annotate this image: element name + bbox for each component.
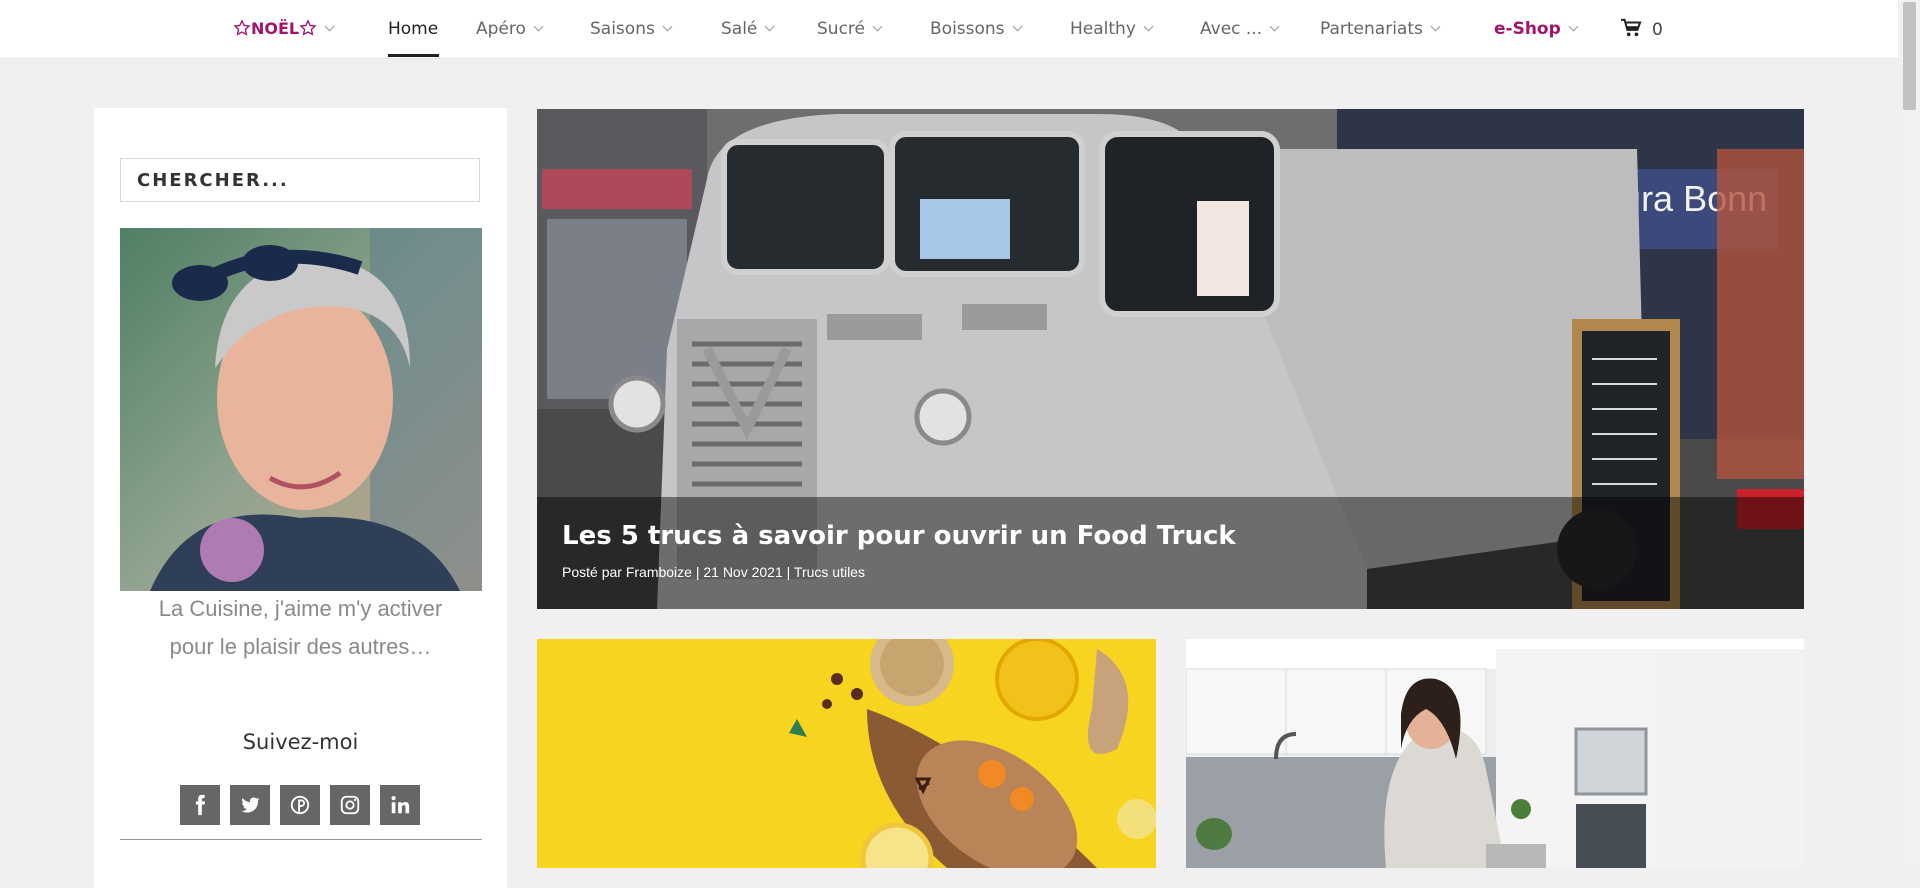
bio-line-2: pour le plaisir des autres… [169, 634, 432, 659]
top-navigation: NOËL Home Apéro Saisons Salé Sucré Boiss… [0, 0, 1898, 59]
nav-item-label: Apéro [476, 19, 526, 39]
nav-item-label: Healthy [1070, 19, 1136, 39]
sidebar-divider [120, 839, 482, 840]
nav-item-label: Home [388, 19, 439, 39]
nav-item-label: Salé [721, 19, 758, 39]
nav-item-partenariats[interactable]: Partenariats [1320, 18, 1441, 40]
cart-link[interactable]: 0 [1620, 18, 1663, 40]
pinterest-icon [290, 795, 310, 815]
facebook-icon [195, 794, 206, 816]
nav-item-sucre[interactable]: Sucré [817, 18, 883, 40]
star-icon [299, 19, 317, 36]
twitter-button[interactable] [230, 785, 270, 825]
linkedin-button[interactable] [380, 785, 420, 825]
linkedin-icon [391, 796, 410, 814]
star-icon [233, 19, 251, 36]
chevron-down-icon [1143, 21, 1154, 32]
nav-item-noel[interactable]: NOËL [233, 18, 335, 40]
nav-item-label: e-Shop [1494, 19, 1561, 39]
spices-image [537, 639, 1156, 868]
post-card-kitchen[interactable] [1186, 639, 1804, 868]
nav-item-apero[interactable]: Apéro [476, 18, 544, 40]
chevron-down-icon [1269, 21, 1280, 32]
chevron-down-icon [1012, 21, 1022, 32]
nav-item-label: Partenariats [1320, 19, 1423, 39]
cart-icon [1621, 18, 1642, 37]
chevron-down-icon [662, 21, 673, 32]
chevron-down-icon [324, 21, 335, 32]
nav-item-label: Sucré [817, 19, 865, 39]
facebook-button[interactable] [180, 785, 220, 825]
nav-item-boissons[interactable]: Boissons [930, 18, 1022, 40]
follow-title: Suivez-moi [242, 730, 359, 754]
post-title[interactable]: Les 5 trucs à savoir pour ouvrir un Food… [562, 521, 1236, 551]
instagram-button[interactable] [330, 785, 370, 825]
post-meta: Posté par Framboize | 21 Nov 2021 | Truc… [562, 564, 865, 580]
hero-caption-overlay [537, 497, 1804, 609]
nav-item-avec[interactable]: Avec ... [1200, 18, 1280, 40]
scrollbar-thumb[interactable] [1903, 2, 1916, 110]
nav-item-home[interactable]: Home [388, 18, 438, 40]
kitchen-image [1186, 639, 1804, 868]
nav-item-sale[interactable]: Salé [721, 18, 775, 40]
search-input[interactable] [120, 158, 480, 202]
chevron-down-icon [1430, 21, 1441, 32]
page-scrollbar[interactable] [1898, 0, 1920, 868]
author-portrait [120, 228, 482, 591]
bio-line-1: La Cuisine, j'aime m'y activer [158, 596, 443, 621]
chevron-down-icon [533, 21, 544, 32]
twitter-icon [241, 797, 260, 813]
instagram-icon [340, 795, 360, 815]
site-logo[interactable] [800, 0, 1160, 4]
nav-item-healthy[interactable]: Healthy [1070, 18, 1154, 40]
active-nav-indicator [388, 54, 439, 57]
cart-count: 0 [1652, 20, 1663, 40]
nav-item-saisons[interactable]: Saisons [590, 18, 673, 40]
chevron-down-icon [764, 21, 775, 32]
chevron-down-icon [872, 21, 883, 32]
nav-item-label: Avec ... [1200, 19, 1263, 39]
post-card-spices[interactable] [537, 639, 1156, 868]
nav-item-label: Saisons [590, 19, 655, 39]
nav-item-label: NOËL [251, 19, 300, 38]
nav-item-eshop[interactable]: e-Shop [1494, 18, 1579, 40]
pinterest-button[interactable] [280, 785, 320, 825]
featured-post[interactable]: Restaura Bonn Les 5 trucs à savoir pour … [537, 109, 1804, 609]
nav-item-label: Boissons [930, 19, 1005, 39]
chevron-down-icon [1568, 21, 1579, 32]
